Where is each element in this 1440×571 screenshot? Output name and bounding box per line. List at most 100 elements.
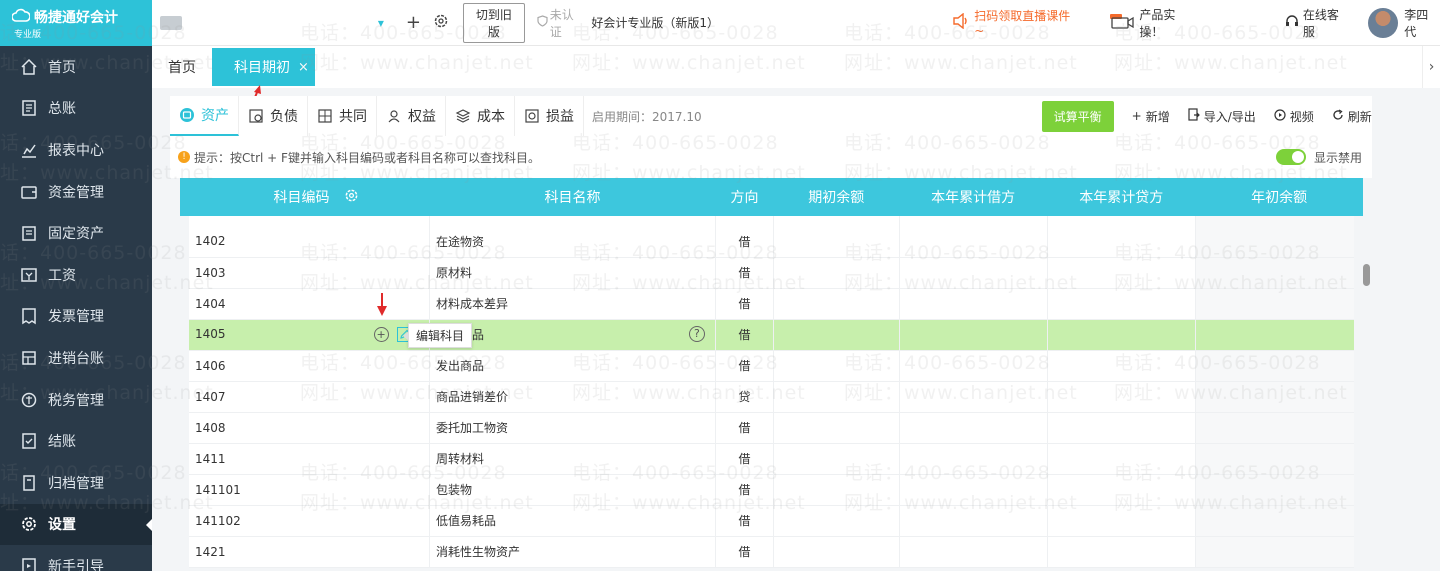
ytd-debit-cell[interactable] [899, 257, 1048, 289]
chevron-right-icon[interactable]: › [1422, 46, 1440, 88]
switch-old-version-button[interactable]: 切到旧版 [462, 2, 525, 43]
sidebar-item-7[interactable]: 进销台账 [0, 337, 152, 379]
ytd-debit-cell[interactable] [899, 288, 1048, 320]
table-row[interactable]: 141101 包装物 借 [170, 474, 1372, 506]
subject-code-cell: 141101 [170, 474, 430, 506]
sidebar-item-1[interactable]: 总账 [0, 88, 152, 130]
table-row[interactable]: 1411 周转材料 借 [170, 443, 1372, 475]
ytd-debit-cell[interactable] [899, 505, 1048, 537]
table-row[interactable]: 141102 低值易耗品 借 [170, 505, 1372, 537]
subject-code-cell: 1421 [170, 536, 430, 568]
help-icon[interactable]: ? [688, 325, 705, 342]
direction-cell: 借 [715, 257, 775, 289]
ytd-credit-cell[interactable] [1047, 319, 1196, 351]
subject-code-cell: 1405 + [170, 319, 430, 351]
sidebar-item-0[interactable]: 首页 [0, 46, 152, 88]
category-tab-5[interactable]: 损益 [515, 96, 584, 136]
show-disabled-toggle[interactable] [1275, 149, 1306, 165]
ytd-credit-cell[interactable] [1047, 536, 1196, 568]
sidebar-item-12[interactable]: 新手引导 [0, 545, 152, 571]
gear-icon[interactable] [344, 188, 359, 207]
category-tab-4[interactable]: 成本 [446, 96, 515, 136]
avatar[interactable] [1368, 7, 1399, 38]
equity-category-icon [386, 108, 402, 124]
trial-balance-button[interactable]: 试算平衡 [1041, 100, 1114, 132]
plus-icon[interactable]: + [406, 12, 421, 33]
close-icon[interactable]: × [298, 60, 309, 75]
ytd-debit-cell[interactable] [899, 319, 1048, 351]
ytd-credit-cell[interactable] [1047, 443, 1196, 475]
opening-balance-cell[interactable] [773, 536, 900, 568]
table-scrollbar[interactable] [1363, 264, 1370, 286]
sidebar-item-9[interactable]: 结账 [0, 420, 152, 462]
refresh-button[interactable]: 刷新 [1332, 108, 1372, 125]
hint-text: 提示：按Ctrl + F键并输入科目编码或者科目名称可以查找科目。 [194, 150, 540, 165]
table-row[interactable]: 1421 消耗性生物资产 借 [170, 536, 1372, 568]
ytd-debit-cell[interactable] [899, 474, 1048, 506]
add-button[interactable]: + 新增 [1132, 108, 1170, 125]
ytd-debit-cell[interactable] [899, 226, 1048, 258]
username[interactable]: 李四代 [1404, 6, 1440, 40]
ytd-credit-cell[interactable] [1047, 288, 1196, 320]
add-subject-icon[interactable]: + [373, 327, 389, 342]
opening-balance-cell[interactable] [773, 443, 900, 475]
opening-balance-cell[interactable] [773, 474, 900, 506]
chevron-down-icon[interactable]: ▾ [378, 16, 384, 30]
table-row[interactable]: 1407 商品进销差价 贷 [170, 381, 1372, 413]
tab-subject-opening[interactable]: 科目期初 × [212, 48, 315, 86]
ytd-credit-cell[interactable] [1047, 226, 1196, 258]
ytd-debit-cell[interactable] [899, 381, 1048, 413]
opening-balance-cell[interactable] [773, 257, 900, 289]
category-tab-2[interactable]: 共同 [308, 96, 377, 136]
sidebar-item-3[interactable]: 资金管理 [0, 171, 152, 213]
ytd-credit-cell[interactable] [1047, 412, 1196, 444]
company-logo[interactable] [160, 15, 182, 30]
ytd-credit-cell[interactable] [1047, 505, 1196, 537]
tab-home[interactable]: 首页 [152, 46, 212, 88]
ytd-debit-cell[interactable] [899, 443, 1048, 475]
sidebar-item-5[interactable]: 工资 [0, 254, 152, 296]
category-tab-1[interactable]: 负债 [239, 96, 308, 136]
table-row[interactable]: 1405 + 编辑科目品? 借 [170, 319, 1372, 351]
sidebar-item-6[interactable]: 发票管理 [0, 296, 152, 338]
table-row[interactable]: 1406 发出商品 借 [170, 350, 1372, 382]
table-row[interactable]: 1408 委托加工物资 借 [170, 412, 1372, 444]
ytd-debit-cell[interactable] [899, 536, 1048, 568]
table-row[interactable]: 1404 材料成本差异 借 [170, 288, 1372, 320]
sidebar-item-4[interactable]: 固定资产 [0, 212, 152, 254]
header-ytd-credit: 本年累计贷方 [1047, 178, 1196, 216]
close-account-icon [20, 432, 38, 450]
sidebar-item-8[interactable]: 税务管理 [0, 379, 152, 421]
import-export-button[interactable]: 导入/导出 [1188, 108, 1256, 125]
sidebar-item-10[interactable]: 归档管理 [0, 462, 152, 504]
sidebar-item-2[interactable]: 报表中心 [0, 129, 152, 171]
opening-balance-cell[interactable] [773, 288, 900, 320]
ytd-credit-cell[interactable] [1047, 350, 1196, 382]
opening-balance-cell[interactable] [773, 412, 900, 444]
video-button[interactable]: 视频 [1274, 108, 1314, 125]
promo-label: 扫码领取直播课件~ [974, 9, 1071, 38]
category-tab-0[interactable]: 资产 [170, 96, 239, 136]
online-service-link[interactable]: 在线客服 [1285, 6, 1351, 40]
category-tab-3[interactable]: 权益 [377, 96, 446, 136]
ytd-debit-cell[interactable] [899, 350, 1048, 382]
sidebar-item-11[interactable]: 设置 [0, 503, 152, 546]
opening-balance-cell[interactable] [773, 350, 900, 382]
opening-balance-cell[interactable] [773, 319, 900, 351]
gear-icon[interactable] [433, 13, 449, 33]
ytd-credit-cell[interactable] [1047, 257, 1196, 289]
opening-balance-cell[interactable] [773, 226, 900, 258]
table-row[interactable]: 1403 原材料 借 [170, 257, 1372, 289]
ytd-debit-cell[interactable] [899, 412, 1048, 444]
opening-balance-cell[interactable] [773, 505, 900, 537]
ytd-credit-cell[interactable] [1047, 381, 1196, 413]
product-practice-link[interactable]: 产品实操！ [1109, 6, 1198, 40]
common-category-icon [317, 108, 333, 124]
ytd-credit-cell[interactable] [1047, 474, 1196, 506]
table-row[interactable]: 1402 在途物资 借 [170, 226, 1372, 258]
app-logo[interactable]: 畅捷通好会计 专业版 [0, 0, 152, 46]
promo-link[interactable]: 扫码领取直播课件~ [952, 7, 1079, 38]
subject-code: 141101 [195, 482, 241, 497]
opening-balance-cell[interactable] [773, 381, 900, 413]
auth-status[interactable]: 未认证 [537, 6, 586, 40]
